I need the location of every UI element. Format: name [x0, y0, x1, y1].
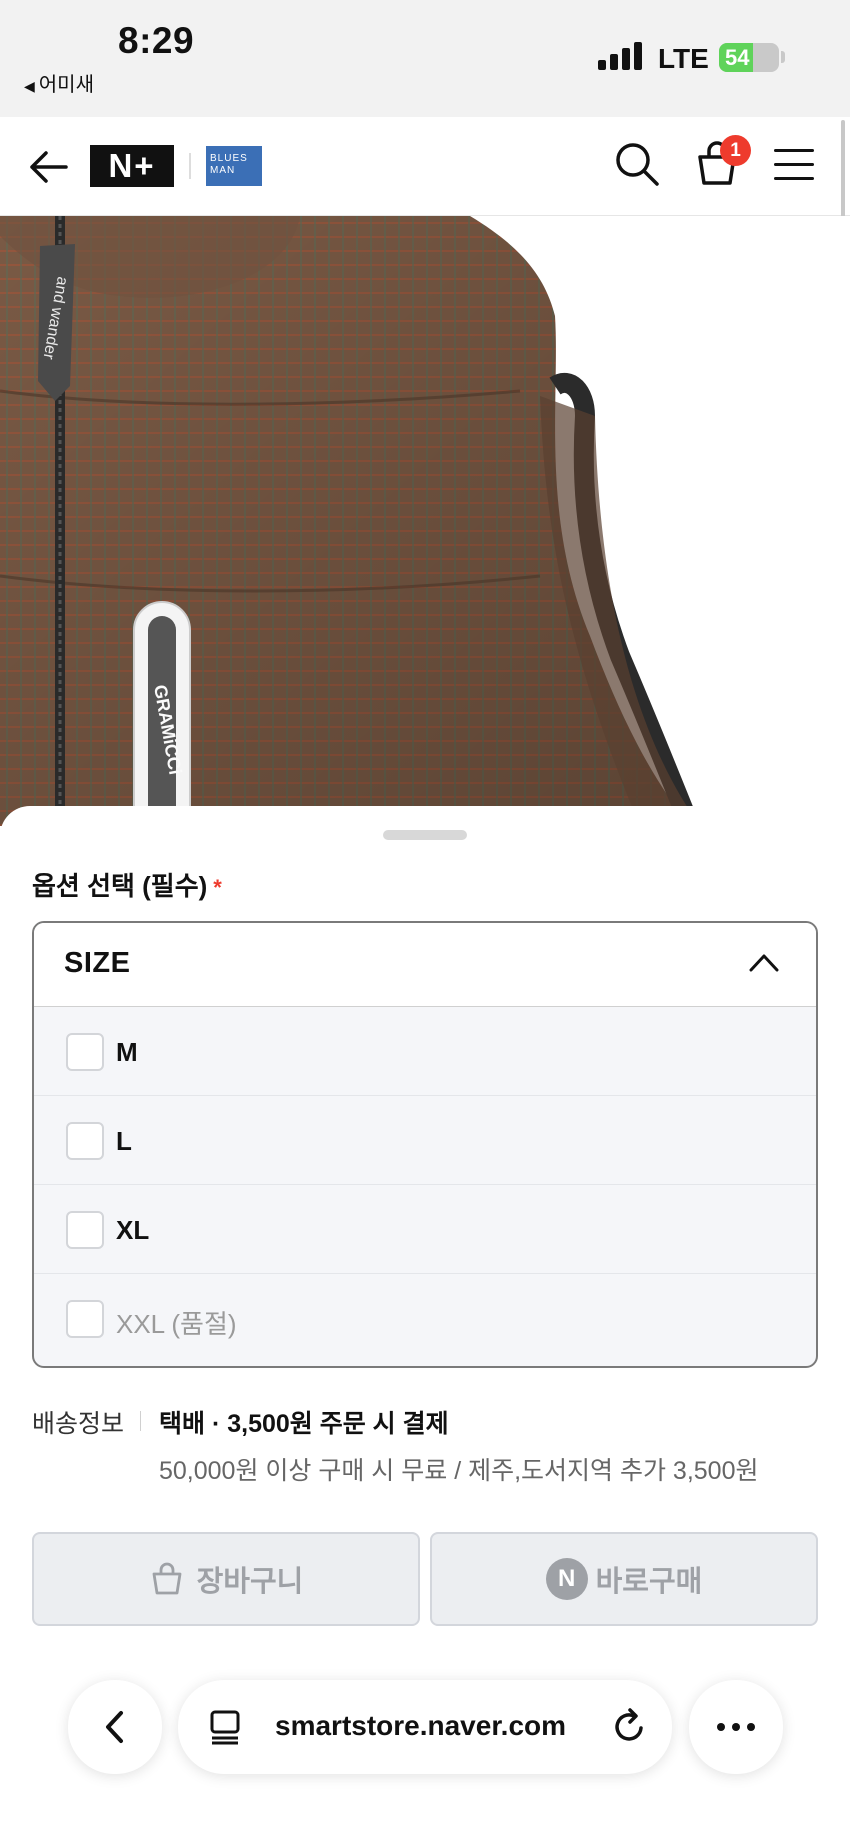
shopping-bag-icon — [149, 1561, 185, 1597]
battery-cap — [781, 51, 785, 63]
chevron-up-icon — [749, 954, 779, 972]
url-text: smartstore.naver.com — [275, 1710, 567, 1741]
option-title-text: 옵션 선택 (필수) — [32, 871, 208, 901]
add-to-cart-label: 장바구니 — [196, 1566, 304, 1598]
shipping-main-info: 택배 · 3,500원 주문 시 결제 — [159, 1410, 449, 1438]
shipping-label: 배송정보 — [32, 1410, 125, 1438]
option-checkbox-disabled — [66, 1300, 104, 1338]
option-checkbox[interactable] — [66, 1211, 104, 1249]
battery-level: 54 — [725, 45, 750, 70]
size-option-m[interactable]: M — [34, 1007, 816, 1096]
cellular-signal-icon — [598, 42, 644, 70]
menu-icon[interactable] — [774, 147, 816, 183]
vest-photo: and wander GRAMiCCi — [0, 216, 700, 826]
size-dropdown[interactable]: SIZE M L XL XXL (품절) — [32, 921, 818, 1368]
status-time: 8:29 — [118, 20, 195, 61]
option-label: XXL (품절) — [116, 1309, 237, 1339]
browser-toolbar: smartstore.naver.com — [0, 1660, 850, 1842]
address-bar[interactable]: smartstore.naver.com — [178, 1680, 672, 1774]
battery-icon: 54 — [719, 43, 779, 72]
back-to-app-link[interactable]: ◀ 어미새 — [24, 68, 94, 97]
search-icon[interactable] — [614, 141, 660, 187]
shipping-sub-info: 50,000원 이상 구매 시 무료 / 제주,도서지역 추가 3,500원 — [159, 1457, 759, 1485]
sheet-drag-handle[interactable] — [383, 830, 467, 840]
network-type: LTE — [658, 43, 709, 74]
buy-now-label: 바로구매 — [595, 1566, 703, 1598]
option-checkbox[interactable] — [66, 1033, 104, 1071]
product-image[interactable]: and wander GRAMiCCi — [0, 216, 850, 826]
back-arrow-icon[interactable] — [26, 145, 70, 189]
buy-now-button[interactable]: N 바로구매 — [430, 1532, 818, 1626]
back-triangle-icon: ◀ — [24, 78, 35, 94]
size-dropdown-label: SIZE — [64, 947, 131, 979]
browser-more-button[interactable] — [689, 1680, 783, 1774]
option-label: L — [116, 1126, 132, 1156]
chevron-left-icon — [106, 1711, 123, 1743]
naver-plus-logo-text: N+ — [108, 147, 156, 184]
option-label: M — [116, 1037, 138, 1067]
size-option-xxl-soldout: XXL (품절) — [34, 1274, 816, 1363]
shipping-divider — [140, 1411, 141, 1431]
page-menu-icon[interactable] — [208, 1708, 242, 1746]
naver-pay-n-icon: N — [545, 1558, 588, 1600]
option-checkbox[interactable] — [66, 1122, 104, 1160]
bluesman-logo-text: BLUES MAN — [210, 153, 248, 176]
browser-back-button[interactable] — [68, 1680, 162, 1774]
option-label: XL — [116, 1215, 150, 1245]
size-option-l[interactable]: L — [34, 1096, 816, 1185]
bluesman-store-logo[interactable]: BLUES MAN — [206, 146, 262, 186]
reload-icon[interactable] — [610, 1706, 650, 1746]
size-dropdown-header[interactable]: SIZE — [34, 923, 816, 1007]
back-app-name: 어미새 — [38, 74, 94, 96]
option-section-title: 옵션 선택 (필수) * — [32, 866, 222, 903]
naver-plus-logo[interactable]: N+ — [90, 145, 174, 187]
site-header: N+ BLUES MAN 1 — [0, 117, 850, 216]
required-mark: * — [213, 875, 222, 900]
logo-divider — [189, 153, 191, 179]
add-to-cart-button[interactable]: 장바구니 — [32, 1532, 420, 1626]
ellipsis-icon — [717, 1723, 755, 1731]
cart-count-badge: 1 — [720, 135, 751, 166]
status-bar: 8:29 ◀ 어미새 LTE 54 — [0, 0, 850, 117]
size-option-xl[interactable]: XL — [34, 1185, 816, 1274]
